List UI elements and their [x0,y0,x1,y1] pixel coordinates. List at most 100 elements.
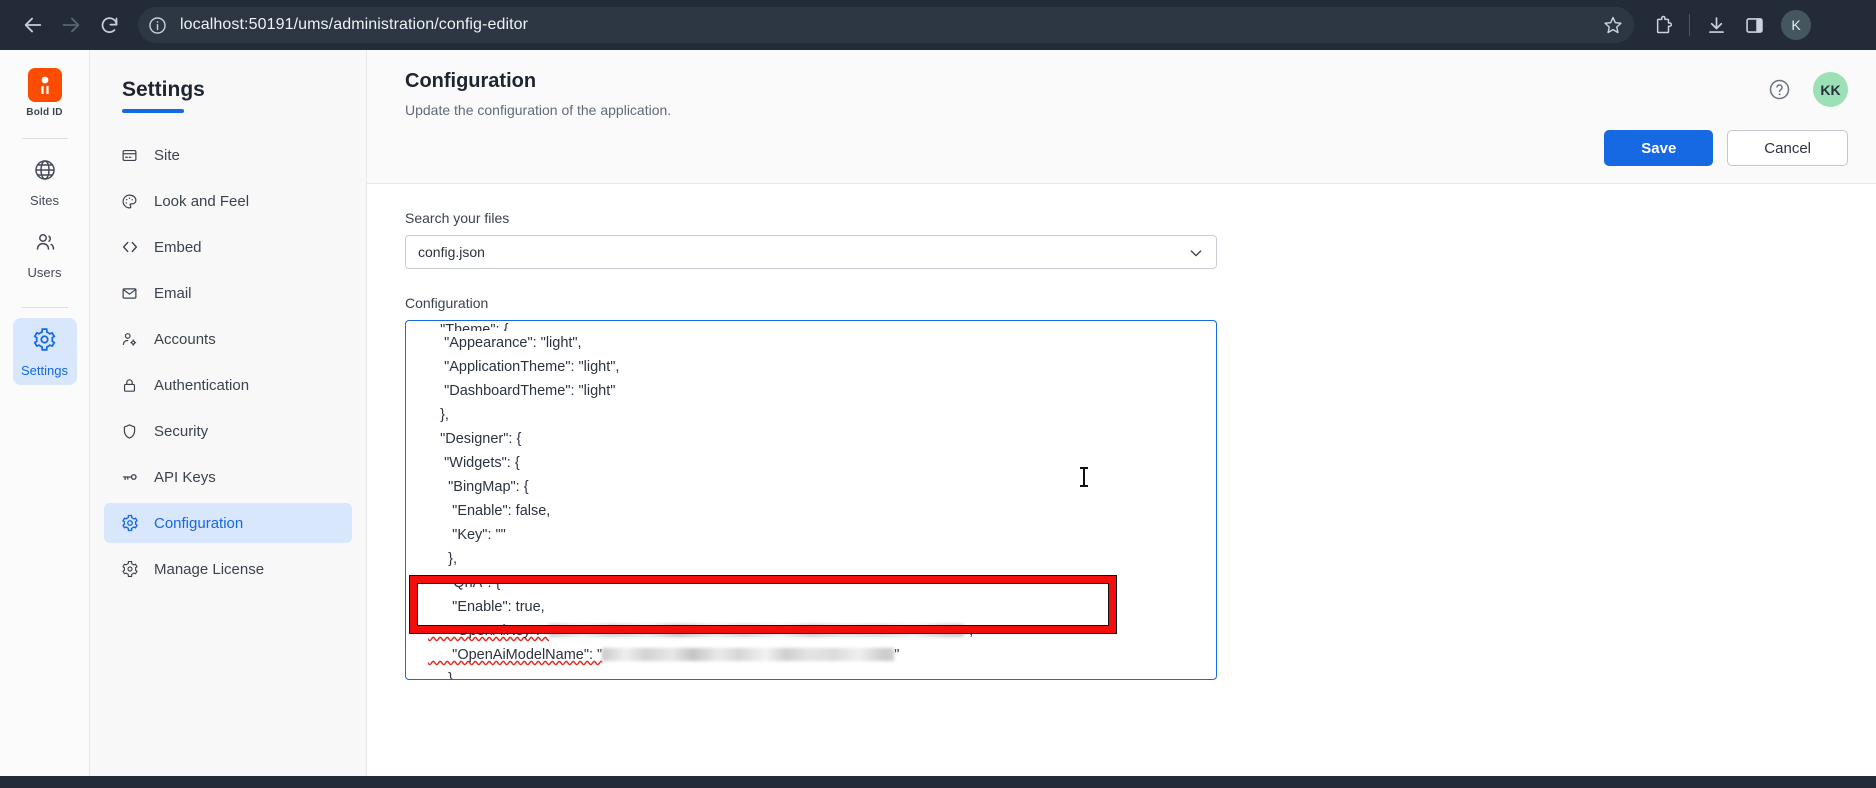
toolbar-divider [1689,14,1690,36]
file-select-dropdown[interactable]: config.json [405,235,1217,269]
header-tools: KK [1767,72,1848,107]
envelope-icon [120,284,139,303]
rail-label-users: Users [27,265,62,280]
palette-icon [120,192,139,211]
sidebar-label-configuration: Configuration [154,514,244,532]
rail-label-sites: Sites [30,193,59,208]
browser-actions: K [1646,8,1813,42]
sidebar-item-api-keys[interactable]: API Keys [104,457,352,497]
code-line: "Appearance": "light", [428,335,582,351]
brand-logo-group[interactable]: Bold ID [26,68,63,118]
download-icon[interactable] [1699,8,1733,42]
code-line: "ApplicationTheme": "light", [428,359,620,375]
code-line: }, [428,407,449,423]
main-content: Configuration Update the configuration o… [367,50,1876,788]
page-subtitle: Update the configuration of the applicat… [405,102,672,118]
puzzle-icon[interactable] [1646,8,1680,42]
sidebar-item-configuration[interactable]: Configuration [104,503,352,543]
app-icon-rail: Bold ID Sites Users Settings [0,50,90,788]
configuration-editor-label: Configuration [405,295,489,311]
star-icon[interactable] [1598,10,1628,40]
sidebar-item-email[interactable]: Email [104,273,352,313]
code-line: "DashboardTheme": "light" [428,383,616,399]
code-line: } [428,671,453,680]
settings-nav-list: Site Look and Feel Embed Email Accounts … [90,135,366,589]
code-line: "Enable": true, [428,599,545,615]
sidebar-item-site[interactable]: Site [104,135,352,175]
configuration-json-editor[interactable]: "Theme": { "Appearance": "light", "Appli… [405,320,1217,680]
sidebar-label-security: Security [154,422,209,440]
code-icon [120,238,139,257]
sidebar-label-embed: Embed [154,238,202,256]
license-gear-icon [120,560,139,579]
sidebar-item-embed[interactable]: Embed [104,227,352,267]
gear-icon [120,514,139,533]
rail-label-settings: Settings [21,363,68,378]
sidebar-item-security[interactable]: Security [104,411,352,451]
sidebar-item-manage-license[interactable]: Manage License [104,549,352,589]
redacted-line-tail: " [894,647,900,663]
shield-icon [120,422,139,441]
sidebar-item-look-and-feel[interactable]: Look and Feel [104,181,352,221]
lock-icon [120,376,139,395]
globe-icon [33,158,57,187]
chevron-down-icon[interactable] [1188,236,1204,270]
settings-nav-title: Settings [122,78,205,101]
site-info-icon[interactable] [142,10,172,40]
rail-divider-top [21,138,68,139]
text-ibeam-cursor [1079,467,1089,487]
editor-code-content[interactable]: "Theme": { "Appearance": "light", "Appli… [428,321,1216,680]
address-bar[interactable]: localhost:50191/ums/administration/confi… [138,7,1634,43]
code-line: "Key": "" [428,527,506,543]
window-bottom-strip [0,776,1876,788]
code-line: "Theme": { [428,322,509,331]
sidebar-label-api-keys: API Keys [154,468,216,486]
screenshot-root: localhost:50191/ums/administration/confi… [0,0,1876,788]
key-icon [120,468,139,487]
settings-nav-underline [122,109,184,113]
sidebar-label-email: Email [154,284,192,302]
code-line: }, [428,551,458,567]
rail-divider-bottom [21,307,68,308]
forward-button[interactable] [52,6,90,44]
account-settings-icon [120,330,139,349]
redacted-value-blur [602,648,895,661]
rail-item-sites[interactable]: Sites [13,149,77,215]
sidebar-item-authentication[interactable]: Authentication [104,365,352,405]
search-files-label: Search your files [405,210,510,226]
sidebar-item-accounts[interactable]: Accounts [104,319,352,359]
config-form: Search your files config.json Configurat… [367,184,1876,788]
sidebar-label-authentication: Authentication [154,376,250,394]
rail-item-users[interactable]: Users [13,221,77,287]
code-line: "Enable": false, [428,503,551,519]
page-title: Configuration [405,70,537,92]
redacted-key-name: "OpenAiKey": " [428,623,550,639]
sidebar-label-accounts: Accounts [154,330,216,348]
sidebar-label-look-and-feel: Look and Feel [154,192,250,210]
cancel-button[interactable]: Cancel [1727,130,1848,166]
url-text: localhost:50191/ums/administration/confi… [180,16,529,33]
gear-icon [32,327,57,357]
rail-item-settings[interactable]: Settings [12,318,77,385]
browser-toolbar: localhost:50191/ums/administration/confi… [0,0,1876,50]
site-icon [120,146,139,165]
sidebar-label-manage-license: Manage License [154,560,265,578]
save-button[interactable]: Save [1604,130,1714,166]
reload-button[interactable] [90,6,128,44]
code-line: "QnA": { [428,575,501,591]
file-select-value: config.json [418,244,485,260]
back-button[interactable] [14,6,52,44]
page-header: Configuration Update the configuration o… [367,50,1876,184]
redacted-line-tail: ", [964,623,974,639]
settings-nav-column: Settings Site Look and Feel Embed Email … [90,50,367,788]
side-panel-icon[interactable] [1737,8,1771,42]
redacted-value-blur [549,624,965,637]
users-icon [33,230,57,259]
user-avatar[interactable]: KK [1813,72,1848,107]
browser-profile-avatar[interactable]: K [1781,10,1811,40]
bold-id-logo-icon [27,68,62,102]
redacted-key-name: "OpenAiModelName": " [428,647,603,663]
code-line: "Widgets": { [428,455,520,471]
application-window: Bold ID Sites Users Settings Settings Si… [0,50,1876,788]
help-circle-icon[interactable] [1767,78,1791,102]
